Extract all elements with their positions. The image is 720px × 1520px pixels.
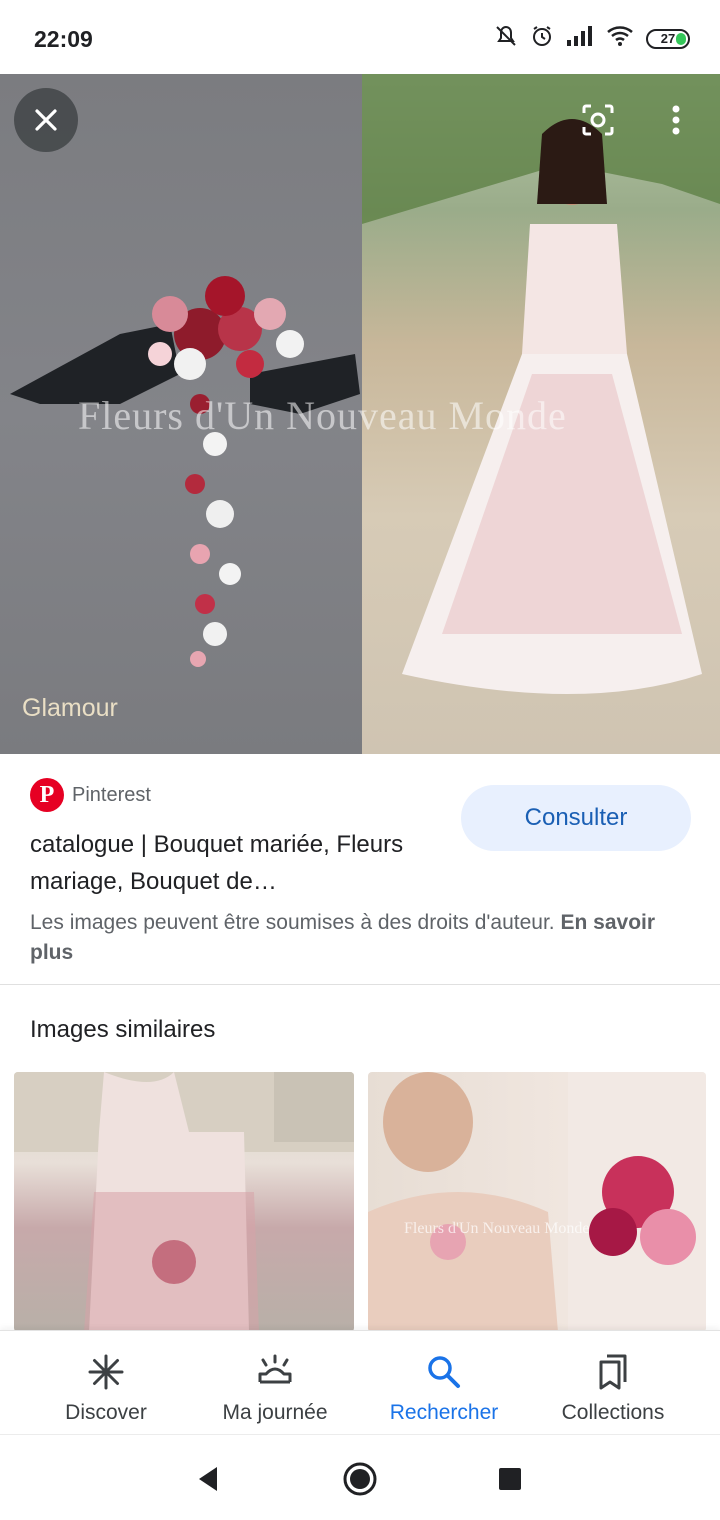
status-bar: 22:09 27 [0, 0, 720, 74]
sunrise-icon [258, 1354, 292, 1384]
battery-icon: 27 [646, 28, 690, 49]
copyright-notice: Les images peuvent être soumises à des d… [30, 908, 670, 968]
nav-label-rechercher: Rechercher [389, 1401, 499, 1424]
home-button[interactable] [340, 1459, 380, 1499]
recents-icon [499, 1468, 521, 1490]
lens-icon [582, 104, 614, 136]
system-navigation [0, 1434, 720, 1520]
similar-image-2[interactable]: Fleurs d'Un Nouveau Monde [368, 1072, 706, 1332]
close-button[interactable] [14, 88, 78, 152]
more-vert-icon [672, 105, 680, 135]
similar-image-1-illustration [14, 1072, 354, 1332]
nav-label-collections: Collections [561, 1401, 665, 1424]
similar-images-heading: Images similaires [30, 1016, 216, 1043]
pinterest-icon: P [30, 778, 64, 812]
source-site-name: Pinterest [72, 783, 151, 806]
copyright-text: Les images peuvent être soumises à des d… [30, 911, 555, 934]
bookmarks-icon [599, 1354, 627, 1390]
nav-label-ma-journee: Ma journée [222, 1401, 328, 1424]
source-card: P Pinterest catalogue | Bouquet mariée, … [30, 778, 691, 900]
consulter-button[interactable]: Consulter [461, 785, 691, 851]
bottom-navigation: Discover Ma journée Rechercher Collectio… [0, 1330, 720, 1434]
battery-level: 27 [660, 31, 676, 46]
similar-image-1[interactable] [14, 1072, 354, 1332]
image-preview[interactable]: Glamour Fleurs d'Un Nouveau Monde [0, 74, 720, 754]
back-icon [199, 1467, 217, 1491]
thumb-watermark: Fleurs d'Un Nouveau Monde [404, 1220, 590, 1237]
back-button[interactable] [188, 1459, 228, 1499]
home-icon [343, 1462, 377, 1496]
page-title[interactable]: catalogue | Bouquet mariée, Fleurs maria… [30, 826, 440, 900]
nav-rechercher[interactable]: Rechercher [359, 1331, 529, 1435]
alarm-icon [530, 24, 554, 53]
status-icons: 27 [494, 24, 690, 53]
recents-button[interactable] [490, 1459, 530, 1499]
close-icon [35, 109, 57, 131]
signal-icon [566, 25, 594, 52]
image-watermark: Fleurs d'Un Nouveau Monde [78, 393, 567, 438]
nav-discover[interactable]: Discover [21, 1331, 191, 1435]
nav-label-discover: Discover [65, 1401, 147, 1424]
lens-button[interactable] [574, 96, 622, 144]
more-options-button[interactable] [656, 96, 696, 144]
search-icon [428, 1356, 460, 1388]
asterisk-icon [88, 1354, 124, 1390]
wifi-icon [606, 25, 634, 52]
mute-icon [494, 24, 518, 53]
image-caption: Glamour [22, 694, 118, 722]
status-time: 22:09 [34, 26, 93, 52]
similar-image-2-illustration [368, 1072, 706, 1332]
divider [0, 984, 720, 985]
nav-collections[interactable]: Collections [528, 1331, 698, 1435]
nav-ma-journee[interactable]: Ma journée [190, 1331, 360, 1435]
